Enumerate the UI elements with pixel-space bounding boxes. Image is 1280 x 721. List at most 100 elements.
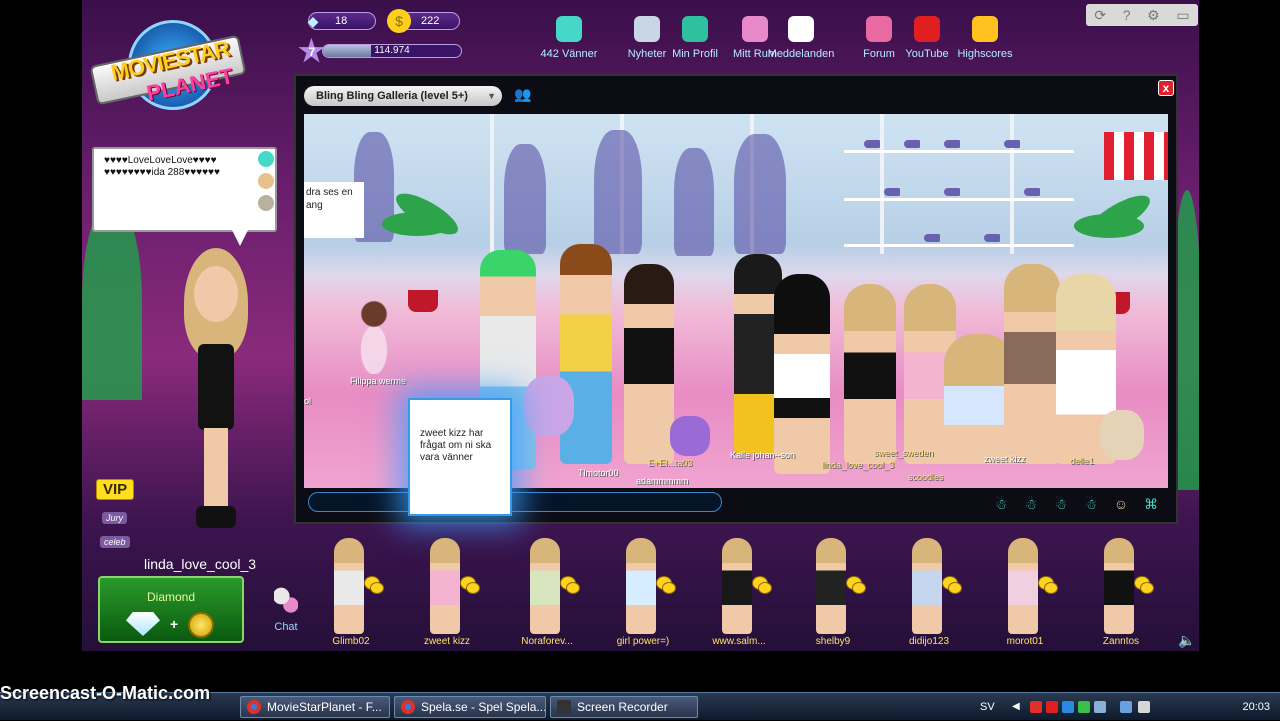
shoe-display [944, 140, 960, 148]
chat-bubble-icon [852, 582, 866, 594]
online-friend[interactable]: morot01 [980, 532, 1070, 650]
room-avatar[interactable] [1004, 264, 1060, 464]
online-friend[interactable]: Noraforev... [502, 532, 592, 650]
nav-label: 442 Vänner [540, 48, 598, 60]
diamond-offer-button[interactable]: Diamond + [98, 576, 244, 643]
friend-name: Noraforev... [521, 636, 573, 647]
chat-button[interactable]: Chat [268, 585, 304, 635]
shoe-shelf [844, 198, 1074, 201]
chat-avatars-icon [274, 587, 298, 617]
online-friend[interactable]: Glimb02 [306, 532, 396, 650]
friend-name: Zanntos [1102, 636, 1140, 647]
chrome-icon[interactable] [1030, 701, 1042, 713]
shoe-shelf [844, 150, 1074, 153]
speaker-icon[interactable] [1138, 701, 1150, 713]
vip-badge[interactable]: VIP [96, 479, 135, 500]
nav-messages[interactable]: Meddelanden [766, 14, 836, 64]
connection-icon[interactable] [1120, 701, 1132, 713]
chat-input[interactable] [308, 492, 722, 512]
tray-arrow-icon[interactable]: ◀ [1012, 701, 1024, 713]
status-line-2: ♥♥♥♥♥♥♥♥ida 288♥♥♥♥♥♥ [104, 167, 220, 178]
run-icon[interactable]: ☃ [1082, 496, 1100, 514]
pet[interactable] [1100, 410, 1144, 460]
plus-sign: + [170, 616, 179, 632]
coins-counter[interactable]: $ 222 [387, 9, 460, 33]
room-avatar[interactable] [774, 274, 830, 474]
friend-name: morot01 [1006, 636, 1044, 647]
room-avatar[interactable] [844, 284, 896, 464]
settings-icon[interactable]: ⚙ [1147, 7, 1160, 24]
scene-chat-text: dra ses en ang [304, 182, 364, 238]
shoe-display [1024, 188, 1040, 196]
taskbar-item-moviestarplanet[interactable]: MovieStarPlanet - F... [240, 696, 390, 718]
chat-bubble-icon [370, 582, 384, 594]
controller-icon[interactable]: ⌘ [1142, 496, 1160, 514]
jury-badge: Jury [102, 512, 128, 524]
shop-awning [1104, 132, 1168, 180]
coin-icon [188, 612, 214, 638]
player-username: linda_love_cool_3 [144, 556, 257, 572]
diamonds-counter[interactable]: ◆ 18 [308, 12, 376, 30]
friend-avatar [722, 538, 752, 634]
online-friend[interactable]: shelby9 [788, 532, 878, 650]
mannequin-silhouette [504, 144, 546, 254]
pose-icon[interactable]: ☃ [1052, 496, 1070, 514]
youtube-icon [914, 16, 940, 42]
taskbar-clock[interactable]: 20:03 [1242, 693, 1270, 721]
online-friend[interactable]: zweet kizz [402, 532, 492, 650]
friend-avatar [912, 538, 942, 634]
task-label: Spela.se - Spel Spela... [421, 700, 546, 714]
friend-avatar-icon[interactable] [258, 151, 274, 167]
dance-icon[interactable]: ☃ [992, 496, 1010, 514]
friend-name: girl power=) [616, 636, 670, 647]
avatar-name-tag: ol [304, 396, 312, 406]
chat-bubble-icon [758, 582, 772, 594]
chrome-icon [247, 700, 261, 714]
chrome-icon [401, 700, 415, 714]
room-title: Bling Bling Galleria (level 5+) [316, 90, 468, 102]
fame-value: 114.974 [374, 45, 410, 56]
online-friend[interactable]: Zanntos [1076, 532, 1166, 650]
room-avatar[interactable] [560, 244, 612, 464]
emote-icon[interactable]: ☺ [1112, 496, 1130, 514]
chat-bubble-icon [1140, 582, 1154, 594]
nav-highscores[interactable]: Highscores [950, 14, 1020, 64]
pet[interactable] [524, 376, 574, 436]
refresh-icon[interactable]: ⟳ [1094, 7, 1106, 24]
room-selector[interactable]: Bling Bling Galleria (level 5+) ▼ [304, 86, 502, 106]
security-icon[interactable] [1046, 701, 1058, 713]
moviestarplanet-logo[interactable]: MOVIESTAR PLANET [88, 18, 248, 118]
fame-progress-bar: 114.974 [322, 44, 462, 58]
pet-icon[interactable] [258, 195, 274, 211]
fullscreen-icon[interactable]: ▭ [1176, 7, 1189, 24]
wave-icon[interactable]: ☃ [1022, 496, 1040, 514]
close-room-button[interactable]: x [1158, 80, 1174, 96]
language-indicator[interactable]: SV [980, 693, 995, 721]
room-avatar[interactable] [624, 264, 674, 464]
profile-icon [682, 16, 708, 42]
volume-icon[interactable] [1094, 701, 1106, 713]
avatar-name-tag: scoodles [908, 472, 944, 482]
avatar-name-tag: E+El...ta03 [648, 458, 693, 468]
network-icon[interactable] [1062, 701, 1074, 713]
friend-name: shelby9 [815, 636, 851, 647]
online-friend[interactable]: www.salm... [694, 532, 784, 650]
face-icon[interactable] [258, 173, 274, 189]
sound-icon[interactable]: 🔈 [1178, 632, 1195, 649]
task-label: Screen Recorder [577, 700, 668, 714]
taskbar-item-spela[interactable]: Spela.se - Spel Spela... [394, 696, 546, 718]
nav-friends[interactable]: 442 Vänner [534, 14, 604, 64]
nav-label: Meddelanden [767, 48, 835, 60]
online-friend[interactable]: didijo123 [884, 532, 974, 650]
help-icon[interactable]: ? [1123, 7, 1131, 23]
online-friend[interactable]: girl power=) [598, 532, 688, 650]
level-value: 7 [308, 45, 316, 59]
room-avatar[interactable] [344, 294, 404, 374]
update-icon[interactable] [1078, 701, 1090, 713]
pet[interactable] [670, 416, 710, 456]
taskbar-item-screen-recorder[interactable]: Screen Recorder [550, 696, 698, 718]
mannequin-silhouette [594, 130, 642, 254]
player-avatar[interactable] [172, 248, 262, 548]
room-friends-icon[interactable]: 👥 [514, 86, 536, 106]
forum-icon [866, 16, 892, 42]
